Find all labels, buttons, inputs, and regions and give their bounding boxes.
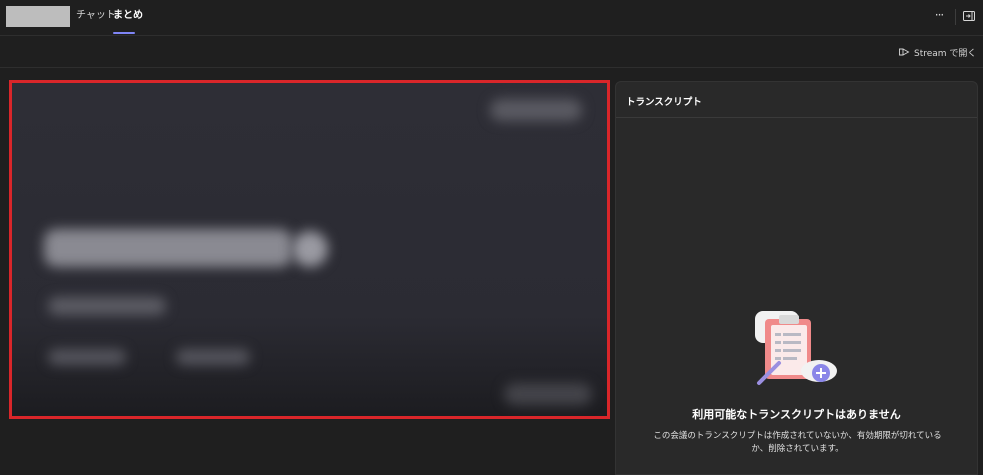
transcript-panel: トランスクリプト 利用可能なトランスクリプトはありません この会議のトランスクリ… <box>615 81 978 475</box>
sub-toolbar <box>0 37 983 68</box>
more-options-button[interactable]: ··· <box>929 7 949 25</box>
clipboard-add-icon <box>749 305 845 391</box>
blurred-content <box>176 349 250 365</box>
open-in-stream-label: Stream で開く <box>914 48 977 59</box>
blurred-content <box>48 297 166 315</box>
empty-state-description: この会議のトランスクリプトは作成されていないか、有効期限が切れているか、削除され… <box>653 431 942 454</box>
top-bar: チャット まとめ ··· <box>0 0 983 36</box>
blurred-content <box>504 383 592 405</box>
toolbar-divider <box>955 9 956 25</box>
blurred-content <box>490 99 582 121</box>
meeting-title-redacted <box>6 6 70 27</box>
stream-open-icon <box>899 48 910 56</box>
empty-state-title: 利用可能なトランスクリプトはありません <box>692 408 901 421</box>
recording-video-player[interactable] <box>9 80 610 419</box>
popout-icon[interactable] <box>962 8 976 22</box>
active-tab-indicator <box>113 32 135 34</box>
blurred-content <box>48 349 126 365</box>
blurred-content <box>292 231 328 267</box>
blurred-content <box>44 229 292 267</box>
transcript-header: トランスクリプト <box>616 82 977 118</box>
transcript-title: トランスクリプト <box>626 97 702 108</box>
open-in-stream-button[interactable]: Stream で開く <box>898 44 976 60</box>
tab-chat[interactable]: チャット <box>76 10 116 36</box>
